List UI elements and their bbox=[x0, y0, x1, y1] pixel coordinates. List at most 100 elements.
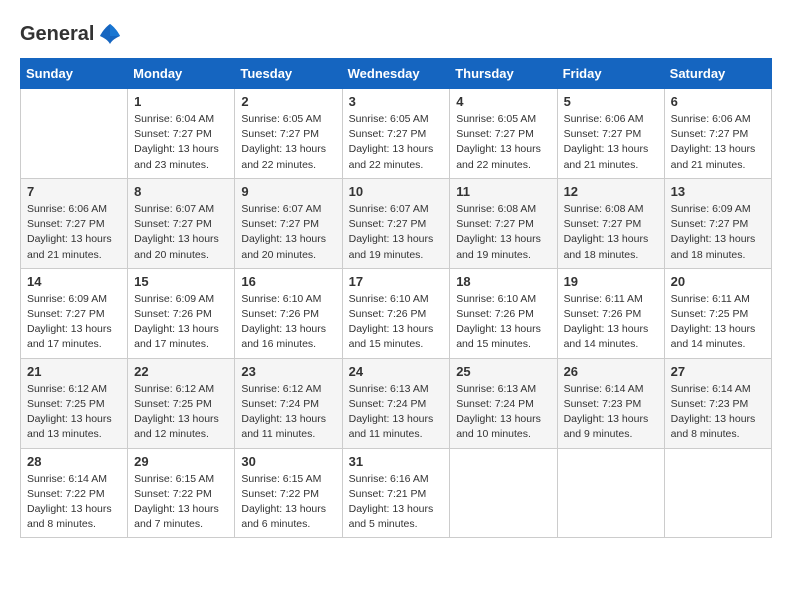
calendar-cell: 24 Sunrise: 6:13 AMSunset: 7:24 PMDayligh… bbox=[342, 358, 450, 448]
week-row-4: 21 Sunrise: 6:12 AMSunset: 7:25 PMDayligh… bbox=[21, 358, 772, 448]
cell-content: Sunrise: 6:05 AMSunset: 7:27 PMDaylight:… bbox=[241, 112, 335, 173]
day-number: 2 bbox=[241, 94, 335, 109]
cell-content: Sunrise: 6:11 AMSunset: 7:26 PMDaylight:… bbox=[564, 292, 658, 353]
calendar-cell: 11 Sunrise: 6:08 AMSunset: 7:27 PMDayligh… bbox=[450, 178, 557, 268]
logo-icon bbox=[96, 20, 124, 48]
cell-content: Sunrise: 6:14 AMSunset: 7:23 PMDaylight:… bbox=[671, 382, 765, 443]
day-number: 3 bbox=[349, 94, 444, 109]
calendar-cell: 20 Sunrise: 6:11 AMSunset: 7:25 PMDayligh… bbox=[664, 268, 771, 358]
day-number: 23 bbox=[241, 364, 335, 379]
day-number: 18 bbox=[456, 274, 550, 289]
cell-content: Sunrise: 6:06 AMSunset: 7:27 PMDaylight:… bbox=[27, 202, 121, 263]
cell-content: Sunrise: 6:11 AMSunset: 7:25 PMDaylight:… bbox=[671, 292, 765, 353]
cell-content: Sunrise: 6:10 AMSunset: 7:26 PMDaylight:… bbox=[241, 292, 335, 353]
calendar-cell: 23 Sunrise: 6:12 AMSunset: 7:24 PMDayligh… bbox=[235, 358, 342, 448]
calendar-cell: 6Sunrise: 6:06 AMSunset: 7:27 PMDaylight… bbox=[664, 89, 771, 179]
day-number: 9 bbox=[241, 184, 335, 199]
calendar-cell: 28 Sunrise: 6:14 AMSunset: 7:22 PMDayligh… bbox=[21, 448, 128, 538]
day-number: 26 bbox=[564, 364, 658, 379]
cell-content: Sunrise: 6:08 AMSunset: 7:27 PMDaylight:… bbox=[564, 202, 658, 263]
week-row-3: 14Sunrise: 6:09 AMSunset: 7:27 PMDayligh… bbox=[21, 268, 772, 358]
calendar-cell: 17 Sunrise: 6:10 AMSunset: 7:26 PMDayligh… bbox=[342, 268, 450, 358]
day-number: 8 bbox=[134, 184, 228, 199]
calendar-cell: 12 Sunrise: 6:08 AMSunset: 7:27 PMDayligh… bbox=[557, 178, 664, 268]
calendar-cell: 15 Sunrise: 6:09 AMSunset: 7:26 PMDayligh… bbox=[128, 268, 235, 358]
cell-content: Sunrise: 6:10 AMSunset: 7:26 PMDaylight:… bbox=[349, 292, 444, 353]
day-number: 24 bbox=[349, 364, 444, 379]
cell-content: Sunrise: 6:16 AMSunset: 7:21 PMDaylight:… bbox=[349, 472, 444, 533]
day-number: 21 bbox=[27, 364, 121, 379]
weekday-header-wednesday: Wednesday bbox=[342, 59, 450, 89]
calendar-cell: 26 Sunrise: 6:14 AMSunset: 7:23 PMDayligh… bbox=[557, 358, 664, 448]
calendar-cell: 30 Sunrise: 6:15 AMSunset: 7:22 PMDayligh… bbox=[235, 448, 342, 538]
day-number: 12 bbox=[564, 184, 658, 199]
calendar-cell: 2 Sunrise: 6:05 AMSunset: 7:27 PMDaylight… bbox=[235, 89, 342, 179]
calendar-cell: 19 Sunrise: 6:11 AMSunset: 7:26 PMDayligh… bbox=[557, 268, 664, 358]
calendar-cell: 31 Sunrise: 6:16 AMSunset: 7:21 PMDayligh… bbox=[342, 448, 450, 538]
weekday-header-tuesday: Tuesday bbox=[235, 59, 342, 89]
cell-content: Sunrise: 6:12 AMSunset: 7:25 PMDaylight:… bbox=[134, 382, 228, 443]
cell-content: Sunrise: 6:14 AMSunset: 7:23 PMDaylight:… bbox=[564, 382, 658, 443]
day-number: 15 bbox=[134, 274, 228, 289]
cell-content: Sunrise: 6:06 AMSunset: 7:27 PMDaylight:… bbox=[671, 112, 765, 173]
calendar-cell: 4Sunrise: 6:05 AMSunset: 7:27 PMDaylight… bbox=[450, 89, 557, 179]
day-number: 19 bbox=[564, 274, 658, 289]
calendar-cell: 10 Sunrise: 6:07 AMSunset: 7:27 PMDayligh… bbox=[342, 178, 450, 268]
weekday-header-friday: Friday bbox=[557, 59, 664, 89]
cell-content: Sunrise: 6:07 AMSunset: 7:27 PMDaylight:… bbox=[349, 202, 444, 263]
day-number: 16 bbox=[241, 274, 335, 289]
calendar-table: SundayMondayTuesdayWednesdayThursdayFrid… bbox=[20, 58, 772, 538]
cell-content: Sunrise: 6:10 AMSunset: 7:26 PMDaylight:… bbox=[456, 292, 550, 353]
weekday-header-thursday: Thursday bbox=[450, 59, 557, 89]
day-number: 17 bbox=[349, 274, 444, 289]
day-number: 10 bbox=[349, 184, 444, 199]
day-number: 31 bbox=[349, 454, 444, 469]
page-header: General bbox=[20, 20, 772, 48]
calendar-cell bbox=[21, 89, 128, 179]
cell-content: Sunrise: 6:15 AMSunset: 7:22 PMDaylight:… bbox=[241, 472, 335, 533]
day-number: 29 bbox=[134, 454, 228, 469]
cell-content: Sunrise: 6:06 AMSunset: 7:27 PMDaylight:… bbox=[564, 112, 658, 173]
calendar-cell: 16 Sunrise: 6:10 AMSunset: 7:26 PMDayligh… bbox=[235, 268, 342, 358]
cell-content: Sunrise: 6:13 AMSunset: 7:24 PMDaylight:… bbox=[349, 382, 444, 443]
calendar-cell: 14Sunrise: 6:09 AMSunset: 7:27 PMDayligh… bbox=[21, 268, 128, 358]
day-number: 20 bbox=[671, 274, 765, 289]
day-number: 7 bbox=[27, 184, 121, 199]
day-number: 30 bbox=[241, 454, 335, 469]
weekday-header-saturday: Saturday bbox=[664, 59, 771, 89]
cell-content: Sunrise: 6:15 AMSunset: 7:22 PMDaylight:… bbox=[134, 472, 228, 533]
cell-content: Sunrise: 6:09 AMSunset: 7:26 PMDaylight:… bbox=[134, 292, 228, 353]
day-number: 14 bbox=[27, 274, 121, 289]
day-number: 25 bbox=[456, 364, 550, 379]
logo-general: General bbox=[20, 23, 94, 46]
weekday-header-row: SundayMondayTuesdayWednesdayThursdayFrid… bbox=[21, 59, 772, 89]
calendar-cell: 29 Sunrise: 6:15 AMSunset: 7:22 PMDayligh… bbox=[128, 448, 235, 538]
weekday-header-sunday: Sunday bbox=[21, 59, 128, 89]
day-number: 22 bbox=[134, 364, 228, 379]
calendar-cell: 22 Sunrise: 6:12 AMSunset: 7:25 PMDayligh… bbox=[128, 358, 235, 448]
day-number: 11 bbox=[456, 184, 550, 199]
calendar-cell: 3 Sunrise: 6:05 AMSunset: 7:27 PMDaylight… bbox=[342, 89, 450, 179]
cell-content: Sunrise: 6:07 AMSunset: 7:27 PMDaylight:… bbox=[134, 202, 228, 263]
cell-content: Sunrise: 6:07 AMSunset: 7:27 PMDaylight:… bbox=[241, 202, 335, 263]
calendar-cell: 8 Sunrise: 6:07 AMSunset: 7:27 PMDaylight… bbox=[128, 178, 235, 268]
cell-content: Sunrise: 6:05 AMSunset: 7:27 PMDaylight:… bbox=[349, 112, 444, 173]
calendar-cell: 21Sunrise: 6:12 AMSunset: 7:25 PMDayligh… bbox=[21, 358, 128, 448]
day-number: 28 bbox=[27, 454, 121, 469]
week-row-1: 1Sunrise: 6:04 AMSunset: 7:27 PMDaylight… bbox=[21, 89, 772, 179]
calendar-cell bbox=[450, 448, 557, 538]
calendar-cell: 9 Sunrise: 6:07 AMSunset: 7:27 PMDaylight… bbox=[235, 178, 342, 268]
cell-content: Sunrise: 6:04 AMSunset: 7:27 PMDaylight:… bbox=[134, 112, 228, 173]
cell-content: Sunrise: 6:12 AMSunset: 7:24 PMDaylight:… bbox=[241, 382, 335, 443]
cell-content: Sunrise: 6:09 AMSunset: 7:27 PMDaylight:… bbox=[671, 202, 765, 263]
weekday-header-monday: Monday bbox=[128, 59, 235, 89]
calendar-cell: 27Sunrise: 6:14 AMSunset: 7:23 PMDayligh… bbox=[664, 358, 771, 448]
calendar-cell: 25Sunrise: 6:13 AMSunset: 7:24 PMDayligh… bbox=[450, 358, 557, 448]
cell-content: Sunrise: 6:14 AMSunset: 7:22 PMDaylight:… bbox=[27, 472, 121, 533]
day-number: 13 bbox=[671, 184, 765, 199]
calendar-cell: 13 Sunrise: 6:09 AMSunset: 7:27 PMDayligh… bbox=[664, 178, 771, 268]
week-row-2: 7 Sunrise: 6:06 AMSunset: 7:27 PMDaylight… bbox=[21, 178, 772, 268]
week-row-5: 28 Sunrise: 6:14 AMSunset: 7:22 PMDayligh… bbox=[21, 448, 772, 538]
day-number: 4 bbox=[456, 94, 550, 109]
cell-content: Sunrise: 6:08 AMSunset: 7:27 PMDaylight:… bbox=[456, 202, 550, 263]
